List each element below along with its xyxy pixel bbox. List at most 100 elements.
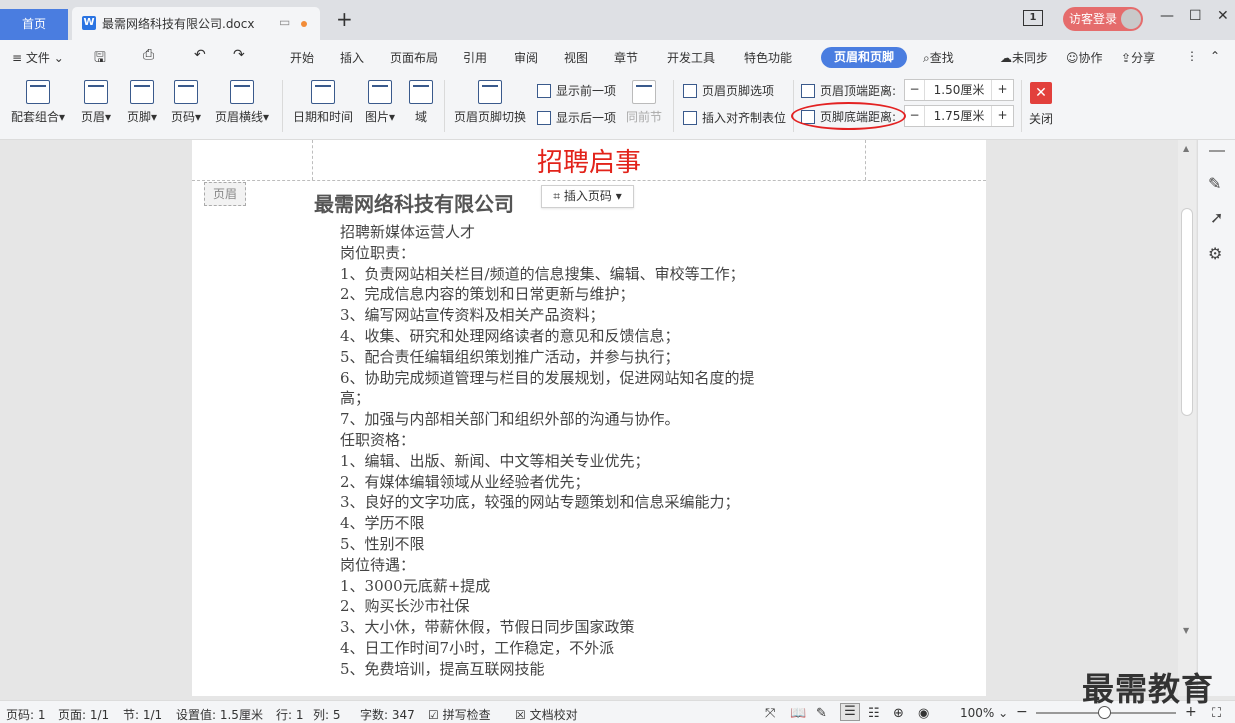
zoom-level[interactable]: 100% ⌄ bbox=[960, 706, 1008, 720]
picture-button[interactable]: 图片▾ bbox=[362, 80, 398, 125]
body-line[interactable]: 招聘新媒体运营人才 bbox=[340, 222, 810, 243]
page-number-button[interactable]: 页码▾ bbox=[166, 80, 206, 125]
sync-button[interactable]: ☁未同步 bbox=[1000, 49, 1048, 66]
body-line[interactable]: 5、性别不限 bbox=[340, 534, 810, 555]
document-body[interactable]: 招聘新媒体运营人才 岗位职责： 1、负责网站相关栏目/频道的信息搜集、编辑、审校等工… bbox=[340, 222, 810, 680]
header-footer-options-button[interactable]: 页眉页脚选项 bbox=[683, 82, 774, 99]
body-line[interactable]: 7、加强与内部相关部门和组织外部的沟通与协作。 bbox=[340, 409, 810, 430]
header-top-stepper[interactable]: −1.50厘米 + bbox=[904, 79, 1014, 101]
menu-chapter[interactable]: 章节 bbox=[614, 49, 638, 66]
close-window-button[interactable]: ✕ bbox=[1217, 8, 1229, 24]
menu-view[interactable]: 视图 bbox=[564, 49, 588, 66]
page-count-icon[interactable]: 1 bbox=[1023, 10, 1043, 26]
decrease-button[interactable]: − bbox=[905, 80, 925, 100]
menu-reference[interactable]: 引用 bbox=[463, 49, 487, 66]
tab-document[interactable]: W 最需网络科技有限公司.docx ▭ bbox=[72, 7, 320, 40]
undo-icon[interactable]: ↶ bbox=[194, 47, 206, 63]
spell-check-button[interactable]: ☑ 拼写检查 bbox=[428, 706, 491, 723]
tab-home[interactable]: 首页 bbox=[0, 9, 68, 40]
body-line[interactable]: 岗位职责： bbox=[340, 243, 810, 264]
restore-button[interactable]: ☐ bbox=[1189, 8, 1202, 24]
menu-devtools[interactable]: 开发工具 bbox=[667, 49, 715, 66]
body-line[interactable]: 2、有媒体编辑领域从业经验者优先； bbox=[340, 472, 810, 493]
body-line[interactable]: 3、编写网站宣传资料及相关产品资料； bbox=[340, 305, 810, 326]
web-view-icon[interactable]: ⊕ bbox=[893, 706, 904, 721]
save-icon[interactable]: 🖫 bbox=[94, 47, 106, 71]
body-line[interactable]: 6、协助完成频道管理与栏目的发展规划，促进网站知名度的提 bbox=[340, 368, 810, 389]
redo-icon[interactable]: ↷ bbox=[233, 47, 245, 63]
page-view-icon[interactable]: ☰ bbox=[840, 703, 860, 721]
show-prev-button[interactable]: 显示前一项 bbox=[537, 82, 616, 99]
outline-icon[interactable]: ☷ bbox=[868, 706, 880, 721]
insert-page-number-button[interactable]: ⌗ 插入页码 ▾ bbox=[541, 185, 634, 208]
menu-layout[interactable]: 页面布局 bbox=[390, 49, 438, 66]
footer-button[interactable]: 页脚▾ bbox=[122, 80, 162, 125]
proofread-button[interactable]: ☒ 文档校对 bbox=[515, 706, 578, 723]
body-line[interactable]: 4、学历不限 bbox=[340, 513, 810, 534]
menu-features[interactable]: 特色功能 bbox=[744, 49, 792, 66]
minimize-button[interactable]: — bbox=[1160, 8, 1174, 24]
increase-button[interactable]: + bbox=[991, 80, 1013, 100]
collapse-ribbon-icon[interactable]: ⌃ bbox=[1210, 49, 1220, 63]
status-section[interactable]: 节: 1/1 bbox=[123, 706, 162, 723]
body-line[interactable]: 4、日工作时间7小时，工作稳定，不外派 bbox=[340, 638, 810, 659]
new-tab-button[interactable]: + bbox=[336, 8, 353, 30]
footer-bottom-value[interactable]: 1.75厘米 bbox=[926, 106, 992, 126]
guest-login-button[interactable]: 访客登录 bbox=[1063, 7, 1143, 31]
body-line[interactable]: 1、编辑、出版、新闻、中文等相关专业优先； bbox=[340, 451, 810, 472]
print-icon[interactable]: ⎙ bbox=[143, 47, 154, 63]
screen-icon[interactable]: ▭ bbox=[279, 15, 290, 29]
datetime-button[interactable]: 日期和时间 bbox=[290, 80, 356, 125]
footer-bottom-stepper[interactable]: −1.75厘米 + bbox=[904, 105, 1014, 127]
scroll-down-icon[interactable]: ▼ bbox=[1183, 626, 1189, 635]
body-line[interactable]: 2、完成信息内容的策划和日常更新与维护； bbox=[340, 284, 810, 305]
body-line[interactable]: 1、3000元底薪+提成 bbox=[340, 576, 810, 597]
collab-button[interactable]: ☺协作 bbox=[1066, 49, 1103, 66]
body-line[interactable]: 高； bbox=[340, 388, 810, 409]
body-line[interactable]: 3、大小休，带薪休假，节假日同步国家政策 bbox=[340, 617, 810, 638]
status-word-count[interactable]: 字数: 347 bbox=[360, 706, 415, 723]
status-page[interactable]: 页面: 1/1 bbox=[58, 706, 109, 723]
company-name[interactable]: 最需网络科技有限公司 bbox=[314, 188, 514, 217]
status-col[interactable]: 列: 5 bbox=[313, 706, 341, 723]
menu-start[interactable]: 开始 bbox=[290, 49, 314, 66]
switch-header-footer-button[interactable]: 页眉页脚切换 bbox=[452, 80, 528, 125]
edit-mode-icon[interactable]: ✎ bbox=[816, 706, 827, 721]
show-next-button[interactable]: 显示后一项 bbox=[537, 109, 616, 126]
header-top-value[interactable]: 1.50厘米 bbox=[926, 80, 992, 100]
share-button[interactable]: ⇪分享 bbox=[1121, 49, 1155, 66]
menu-header-footer[interactable]: 页眉和页脚 bbox=[821, 47, 907, 68]
scrollbar-thumb[interactable] bbox=[1181, 208, 1193, 416]
eye-protect-icon[interactable]: ◉ bbox=[918, 706, 929, 721]
close-header-footer-button[interactable]: ✕ 关闭 bbox=[1026, 80, 1056, 127]
decrease-button[interactable]: − bbox=[905, 106, 925, 126]
header-button[interactable]: 页眉▾ bbox=[76, 80, 116, 125]
body-line[interactable]: 4、收集、研究和处理网络读者的意见和反馈信息； bbox=[340, 326, 810, 347]
more-icon[interactable]: ⋮ bbox=[1186, 49, 1198, 63]
pen-icon[interactable]: ✎ bbox=[1208, 174, 1221, 193]
body-line[interactable]: 岗位待遇： bbox=[340, 555, 810, 576]
search-button[interactable]: ⌕查找 bbox=[923, 49, 954, 66]
body-line[interactable]: 1、负责网站相关栏目/频道的信息搜集、编辑、审校等工作； bbox=[340, 264, 810, 285]
increase-button[interactable]: + bbox=[991, 106, 1013, 126]
reading-mode-icon[interactable]: 📖 bbox=[790, 706, 806, 721]
menu-insert[interactable]: 插入 bbox=[340, 49, 364, 66]
fullscreen-icon[interactable]: ⤧ bbox=[765, 706, 775, 721]
menu-review[interactable]: 审阅 bbox=[514, 49, 538, 66]
combo-button[interactable]: 配套组合▾ bbox=[8, 80, 68, 125]
status-setting[interactable]: 设置值: 1.5厘米 bbox=[176, 706, 263, 723]
body-line[interactable]: 2、购买长沙市社保 bbox=[340, 596, 810, 617]
body-line[interactable]: 5、免费培训，提高互联网技能 bbox=[340, 659, 810, 680]
body-line[interactable]: 3、良好的文字功底，较强的网站专题策划和信息采编能力； bbox=[340, 492, 810, 513]
header-line-button[interactable]: 页眉横线▾ bbox=[212, 80, 272, 125]
cursor-icon[interactable]: ➚ bbox=[1210, 208, 1223, 227]
body-line[interactable]: 任职资格： bbox=[340, 430, 810, 451]
document-page[interactable]: 招聘启事 页眉 最需网络科技有限公司 ⌗ 插入页码 ▾ 招聘新媒体运营人才 岗位职… bbox=[192, 140, 986, 696]
scroll-up-icon[interactable]: ▲ bbox=[1183, 144, 1189, 153]
menu-file[interactable]: ≡ 文件 ⌄ bbox=[12, 49, 64, 66]
zoom-out-button[interactable]: − bbox=[1016, 704, 1028, 720]
field-button[interactable]: 域 bbox=[408, 80, 434, 125]
insert-align-tab-button[interactable]: 插入对齐制表位 bbox=[683, 109, 786, 126]
body-line[interactable]: 5、配合责任编辑组织策划推广活动，并参与执行； bbox=[340, 347, 810, 368]
header-title[interactable]: 招聘启事 bbox=[192, 142, 986, 179]
